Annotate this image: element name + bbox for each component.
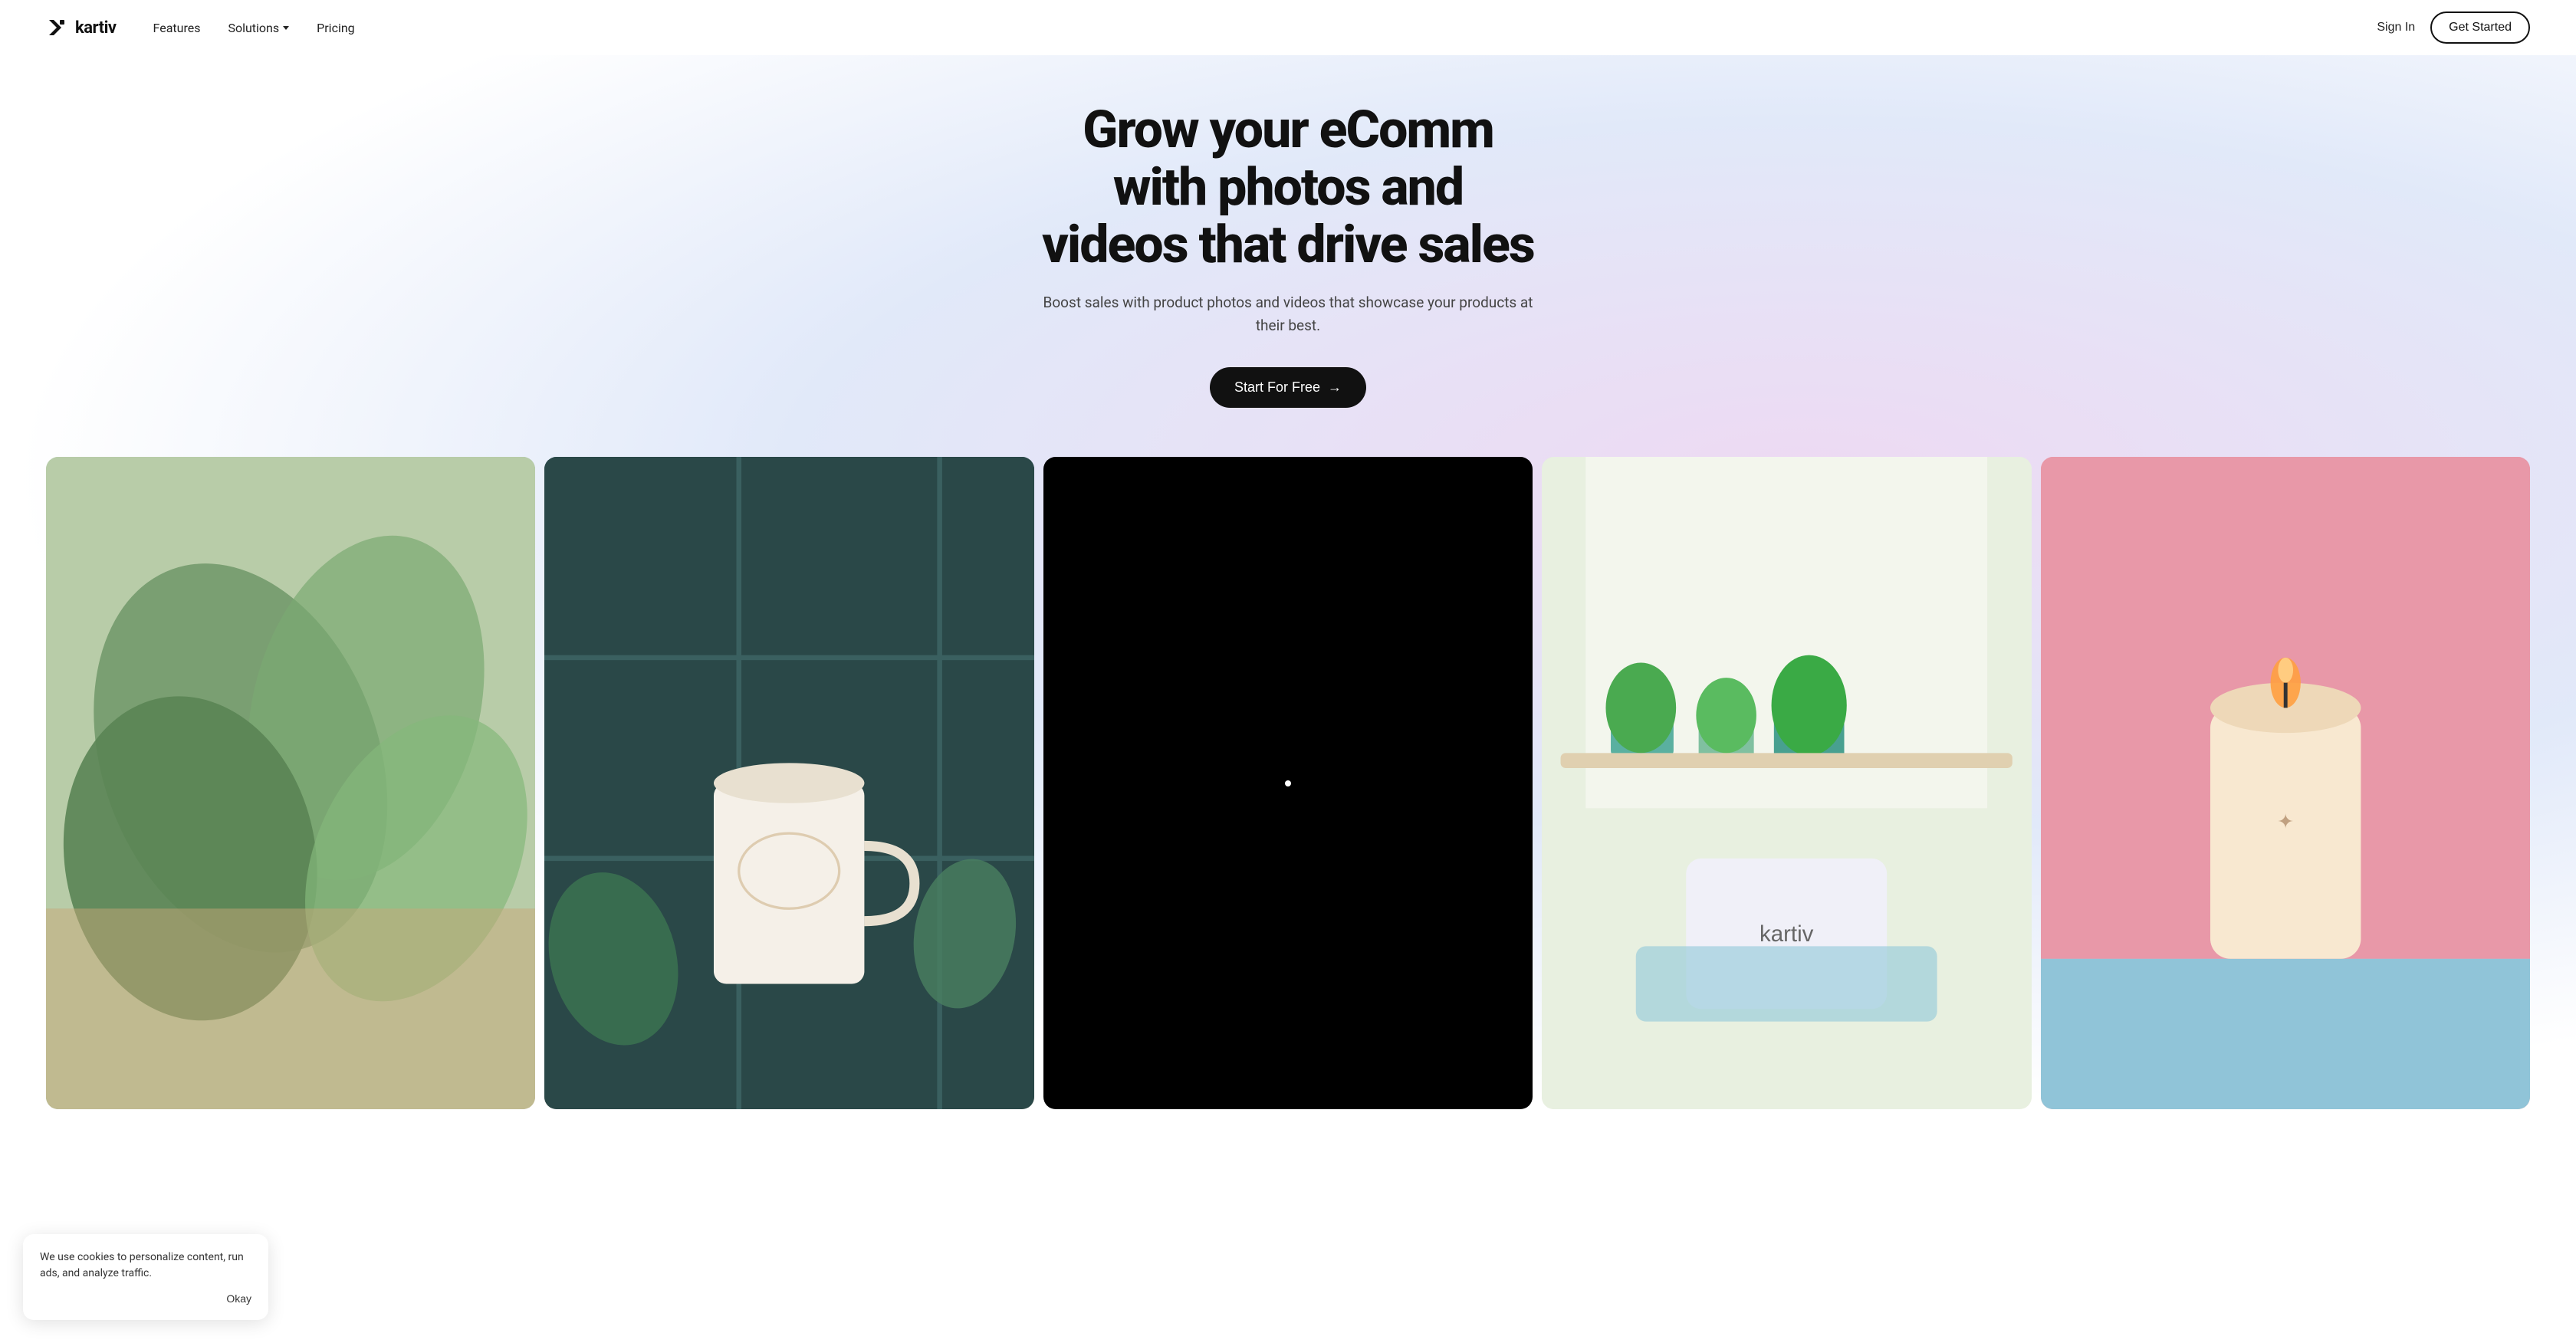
start-free-button[interactable]: Start For Free → <box>1210 367 1366 408</box>
product-image-4: kartiv <box>1542 457 2031 1109</box>
navbar: kartiv Features Solutions Pricing Sign I… <box>0 0 2576 55</box>
nav-left: kartiv Features Solutions Pricing <box>46 17 355 38</box>
nav-features[interactable]: Features <box>153 21 201 35</box>
product-image-5: ✦ <box>2041 457 2530 1109</box>
logo[interactable]: kartiv <box>46 17 117 38</box>
image-grid: kartiv ✦ <box>0 457 2576 1109</box>
nav-right: Sign In Get Started <box>2377 11 2530 44</box>
cookie-text: We use cookies to personalize content, r… <box>40 1249 251 1282</box>
hero-section: Grow your eComm with photos and videos t… <box>0 55 2576 1109</box>
nav-pricing[interactable]: Pricing <box>317 21 355 35</box>
cookie-banner: We use cookies to personalize content, r… <box>23 1234 268 1320</box>
arrow-right-icon: → <box>1328 379 1342 396</box>
svg-text:✦: ✦ <box>2277 811 2294 833</box>
chevron-down-icon <box>283 26 289 30</box>
product-image-1 <box>46 457 535 1109</box>
video-indicator-dot <box>1285 780 1291 786</box>
sign-in-button[interactable]: Sign In <box>2377 21 2415 34</box>
nav-solutions[interactable]: Solutions <box>228 21 289 35</box>
start-free-label: Start For Free <box>1234 379 1320 396</box>
brand-name: kartiv <box>75 18 117 38</box>
cookie-actions: Okay <box>40 1292 251 1305</box>
hero-headline: Grow your eComm with photos and videos t… <box>1035 101 1541 273</box>
nav-links: Features Solutions Pricing <box>153 21 355 35</box>
get-started-button[interactable]: Get Started <box>2430 11 2530 44</box>
product-image-3 <box>1043 457 1533 1109</box>
hero-content: Grow your eComm with photos and videos t… <box>1020 101 1556 408</box>
cookie-okay-button[interactable]: Okay <box>226 1292 251 1305</box>
svg-text:kartiv: kartiv <box>1760 921 1814 947</box>
hero-subtext: Boost sales with product photos and vide… <box>1035 291 1541 337</box>
kartiv-logo-icon <box>46 17 67 38</box>
product-image-2 <box>544 457 1033 1109</box>
